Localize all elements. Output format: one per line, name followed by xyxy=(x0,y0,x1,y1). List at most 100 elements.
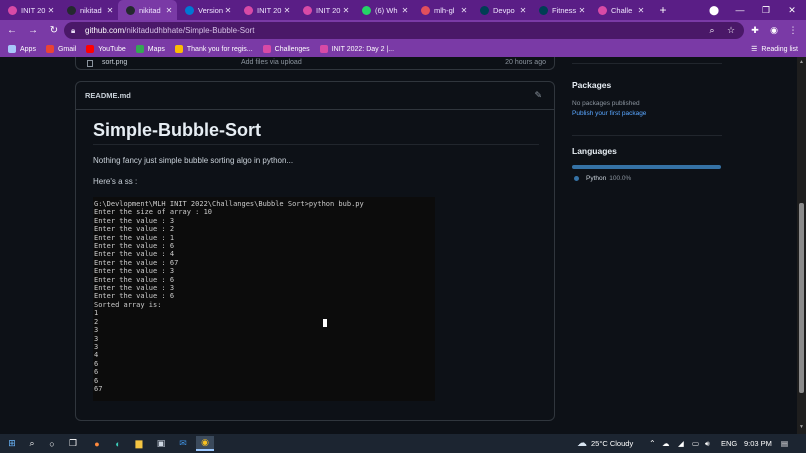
terminal-line: Enter the value : 6 xyxy=(94,275,175,284)
search-icon[interactable]: ⌕ xyxy=(23,436,41,451)
search-icon[interactable]: ⌕ xyxy=(703,20,721,41)
terminal-line: 2 xyxy=(94,317,99,326)
tab-close-icon[interactable]: ✕ xyxy=(105,6,115,15)
cortana-icon[interactable]: ○ xyxy=(43,436,61,451)
browser-tab[interactable]: INIT 20 ✕ xyxy=(295,0,354,20)
bookmark-label: Gmail xyxy=(57,45,77,53)
language-bar xyxy=(572,165,721,169)
profile-avatar-icon[interactable]: ◉ xyxy=(765,20,783,41)
page-scrollbar[interactable]: ▲ ▼ xyxy=(797,57,806,434)
extensions-icon[interactable]: ✚ xyxy=(746,20,764,41)
tab-close-icon[interactable]: ✕ xyxy=(341,6,351,15)
language-color-dot xyxy=(574,176,579,181)
maximize-icon[interactable]: ❐ xyxy=(753,0,779,20)
weather-widget[interactable]: ☁ 25°C Cloudy xyxy=(577,434,633,453)
browser-tab[interactable]: Version ✕ xyxy=(177,0,236,20)
tab-close-icon[interactable]: ✕ xyxy=(518,6,528,15)
browser-tab[interactable]: nikitad ✕ xyxy=(59,0,118,20)
scroll-up-icon[interactable]: ▲ xyxy=(797,59,806,67)
bookmark-label: YouTube xyxy=(98,45,126,53)
vs-icon xyxy=(185,5,194,15)
tab-close-icon[interactable]: ✕ xyxy=(459,6,469,15)
tab-title: mlh-gl xyxy=(434,5,455,15)
notifications-icon[interactable]: ▤ xyxy=(781,434,788,453)
edge-icon[interactable]: ◐ xyxy=(109,436,127,451)
language-name: Python xyxy=(586,175,607,182)
tab-title: INIT 20 xyxy=(257,5,282,15)
browser-tab[interactable]: (6) Wh ✕ xyxy=(354,0,413,20)
bookmark-item[interactable]: YouTube xyxy=(86,45,126,53)
browser-tab[interactable]: INIT 20 ✕ xyxy=(236,0,295,20)
commit-message[interactable]: Add files via upload xyxy=(241,59,302,66)
reload-icon[interactable]: ↻ xyxy=(45,22,63,40)
readme-box: README.md ✎ Simple-Bubble-Sort Nothing f… xyxy=(75,81,555,421)
language-indicator[interactable]: ENG xyxy=(721,434,737,453)
tab-title: Devpo xyxy=(493,5,515,15)
tab-close-icon[interactable]: ✕ xyxy=(577,6,587,15)
more-menu-icon[interactable]: ⋮ xyxy=(784,20,802,41)
github-page: sort.png Add files via upload 20 hours a… xyxy=(0,57,797,434)
bookmark-item[interactable]: Apps xyxy=(8,45,36,53)
profile-menu-icon[interactable]: ⬤ xyxy=(701,0,727,20)
bookmark-item[interactable]: Maps xyxy=(135,45,165,53)
packages-heading[interactable]: Packages xyxy=(572,80,611,90)
browser-tab[interactable]: Devpo ✕ xyxy=(472,0,531,20)
file-explorer-icon[interactable]: ▆ xyxy=(130,436,148,451)
browser-tab[interactable]: Challe ✕ xyxy=(590,0,649,20)
file-row[interactable]: sort.png Add files via upload 20 hours a… xyxy=(75,57,555,70)
browser-tab[interactable]: Fitness ✕ xyxy=(531,0,590,20)
tray-chevron-icon[interactable]: ⌃ xyxy=(649,434,656,453)
bookmark-label: Maps xyxy=(147,45,165,53)
github-icon xyxy=(126,5,135,15)
edit-pencil-icon[interactable]: ✎ xyxy=(534,90,542,101)
file-name[interactable]: sort.png xyxy=(102,59,127,66)
tab-title: nikitad xyxy=(139,5,161,15)
mail-icon[interactable]: ✉ xyxy=(174,436,192,451)
bookmark-label: INIT 2022: Day 2 |... xyxy=(331,45,395,53)
commit-time: 20 hours ago xyxy=(505,59,546,66)
weather-text: 25°C Cloudy xyxy=(591,439,634,448)
packages-empty-text: No packages published xyxy=(572,100,640,107)
back-icon[interactable]: ← xyxy=(3,22,21,40)
reading-list-button[interactable]: ☰ Reading list xyxy=(751,41,798,57)
forward-icon[interactable]: → xyxy=(24,22,42,40)
browser-tab[interactable]: INIT 20 ✕ xyxy=(0,0,59,20)
onedrive-icon[interactable]: ☁ xyxy=(662,434,670,453)
tab-close-icon[interactable]: ✕ xyxy=(636,6,646,15)
new-tab-button[interactable]: + xyxy=(653,0,673,20)
battery-icon[interactable]: ▭ xyxy=(692,434,699,453)
windows-start-icon[interactable]: ⊞ xyxy=(3,436,21,451)
bookmark-item[interactable]: Gmail xyxy=(45,45,77,53)
tab-close-icon[interactable]: ✕ xyxy=(223,6,233,15)
browser-tab[interactable]: nikitad ✕ xyxy=(118,0,177,20)
tab-close-icon[interactable]: ✕ xyxy=(282,6,292,15)
language-item[interactable]: Python 100.0% xyxy=(574,175,631,182)
browser-tab[interactable]: mlh-gl ✕ xyxy=(413,0,472,20)
task-view-icon[interactable]: ❐ xyxy=(64,436,82,451)
bookmark-item[interactable]: Challenges xyxy=(262,45,310,53)
volume-icon[interactable]: 🔊︎ xyxy=(705,434,710,453)
firefox-icon[interactable]: ● xyxy=(88,436,106,451)
bookmark-label: Apps xyxy=(20,45,36,53)
terminal-line: Enter the size of array : 10 xyxy=(94,208,213,217)
dev-icon xyxy=(262,45,271,53)
minimize-icon[interactable]: — xyxy=(727,0,753,20)
close-window-icon[interactable]: ✕ xyxy=(779,0,805,20)
publish-package-link[interactable]: Publish your first package xyxy=(572,110,646,117)
readme-description: Nothing fancy just simple bubble sorting… xyxy=(93,156,294,165)
bookmark-item[interactable]: INIT 2022: Day 2 |... xyxy=(319,45,395,53)
chrome-icon[interactable]: ◉ xyxy=(196,436,214,451)
tab-close-icon[interactable]: ✕ xyxy=(164,6,174,15)
scroll-down-icon[interactable]: ▼ xyxy=(797,424,806,432)
tab-close-icon[interactable]: ✕ xyxy=(400,6,410,15)
bookmark-item[interactable]: Thank you for regis... xyxy=(174,45,253,53)
address-bar[interactable]: 🔒︎ github.com/nikitadudhbhate/Simple-Bub… xyxy=(64,22,744,39)
tab-close-icon[interactable]: ✕ xyxy=(46,6,56,15)
clock[interactable]: 9:03 PM xyxy=(744,434,772,453)
network-icon[interactable]: ◢ xyxy=(678,434,684,453)
bookmark-star-icon[interactable]: ☆ xyxy=(722,20,740,41)
devpost-icon xyxy=(480,5,489,15)
store-icon[interactable]: ▣ xyxy=(152,436,170,451)
scroll-thumb[interactable] xyxy=(799,203,804,393)
language-percent: 100.0% xyxy=(609,175,632,182)
